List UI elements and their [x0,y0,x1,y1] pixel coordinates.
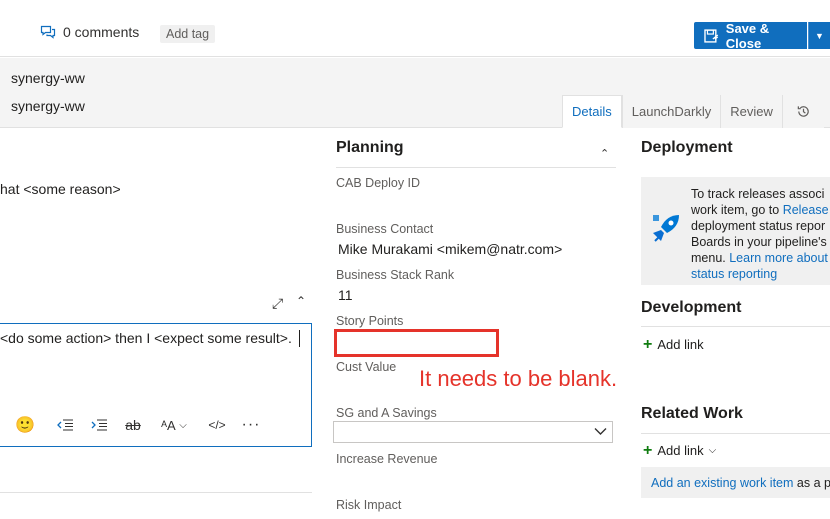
cab-deploy-id-field[interactable] [338,196,614,216]
add-existing-work-item-link[interactable]: Add an existing work item [651,476,793,490]
editor-toolbar: 🙂 ab ᴬA ⌵ </> ··· [14,414,266,436]
deployment-section-title: Deployment [641,139,733,156]
add-link-label: Add link [657,443,704,458]
annotation-note: It needs to be blank. [419,366,618,391]
comments-link[interactable]: 0 comments [40,24,139,40]
deployment-text-line: work item, go to Release [691,203,829,217]
description-text[interactable]: hat <some reason> [0,181,121,197]
comments-count: 0 comments [63,24,140,40]
increase-revenue-label: Increase Revenue [336,452,438,466]
tab-launchdarkly[interactable]: LaunchDarkly [621,95,721,128]
save-icon [704,28,719,43]
history-icon [797,106,809,117]
acceptance-criteria-text[interactable]: <do some action> then I <expect some res… [0,330,292,346]
sg-a-savings-select[interactable] [333,421,613,443]
cust-value-label: Cust Value [336,360,397,374]
code-icon[interactable]: </> [198,414,236,436]
divider [336,167,616,168]
plus-icon: + [643,336,653,353]
business-contact-label: Business Contact [336,222,434,236]
indent-icon[interactable] [82,414,116,436]
plus-icon: + [643,442,653,459]
tab-review[interactable]: Review [720,95,782,128]
sg-a-savings-label: SG and A Savings [336,406,437,420]
tab-details[interactable]: Details [562,95,622,128]
chevron-down-icon: ▼ [815,30,824,41]
business-contact-field[interactable]: Mike Murakami <mikem@natr.com> [338,241,562,257]
deployment-info-text: To track releases associ work item, go t… [691,186,830,282]
related-work-empty-text: Add an existing work item as a p [651,476,830,490]
annotation-highlight-box [334,329,499,357]
font-size-icon[interactable]: ᴬA ⌵ [150,414,198,436]
related-work-section-title: Related Work [641,405,743,422]
deployment-text-line: menu. Learn more about [691,251,828,265]
planning-section-title: Planning [336,139,404,156]
increase-revenue-field[interactable] [338,471,614,491]
emoji-icon[interactable]: 🙂 [14,415,36,435]
pipelines-icon [653,215,679,242]
releases-link[interactable]: Release [783,203,829,217]
expand-icon[interactable]: ⤢ [272,295,283,312]
deployment-text-line: To track releases associ [691,187,825,201]
divider [641,433,830,434]
add-link-label: Add link [657,337,704,352]
iteration-path-field[interactable]: synergy-ww [11,98,85,114]
related-add-link-button[interactable]: + Add link ⌵ [643,442,717,459]
save-close-button[interactable]: Save & Close [694,20,807,51]
more-options-icon[interactable]: ··· [236,414,266,436]
text-cursor [299,330,300,347]
status-reporting-link[interactable]: status reporting [691,266,830,282]
divider [641,326,830,327]
save-options-dropdown[interactable]: ▼ [808,22,830,49]
add-tag-button[interactable]: Add tag [160,25,216,43]
story-points-label: Story Points [336,314,404,328]
business-stack-rank-label: Business Stack Rank [336,268,455,282]
deployment-text-line: deployment status repor [691,219,826,233]
chevron-up-icon[interactable]: ⌃ [600,147,609,160]
area-path-field[interactable]: synergy-ww [11,70,85,86]
comment-icon [40,25,56,39]
outdent-icon[interactable] [48,414,82,436]
divider [0,492,312,493]
save-close-label: Save & Close [725,20,770,51]
chevron-down-icon: ⌵ [708,445,717,456]
chevron-up-icon[interactable]: ⌃ [296,294,306,308]
learn-more-link[interactable]: Learn more about [729,251,828,265]
cab-deploy-id-label: CAB Deploy ID [336,176,421,190]
tab-history[interactable] [781,95,824,128]
development-section-title: Development [641,299,742,316]
strikethrough-icon[interactable]: ab [116,414,150,436]
deployment-text-line: Boards in your pipeline's [691,235,827,249]
chevron-down-icon[interactable] [594,424,607,439]
business-stack-rank-field[interactable]: 11 [338,287,353,303]
cust-value-field[interactable] [338,379,414,399]
risk-impact-label: Risk Impact [336,498,402,512]
tab-bar: Details LaunchDarkly Review [562,95,824,128]
development-add-link-button[interactable]: + Add link [643,336,704,353]
